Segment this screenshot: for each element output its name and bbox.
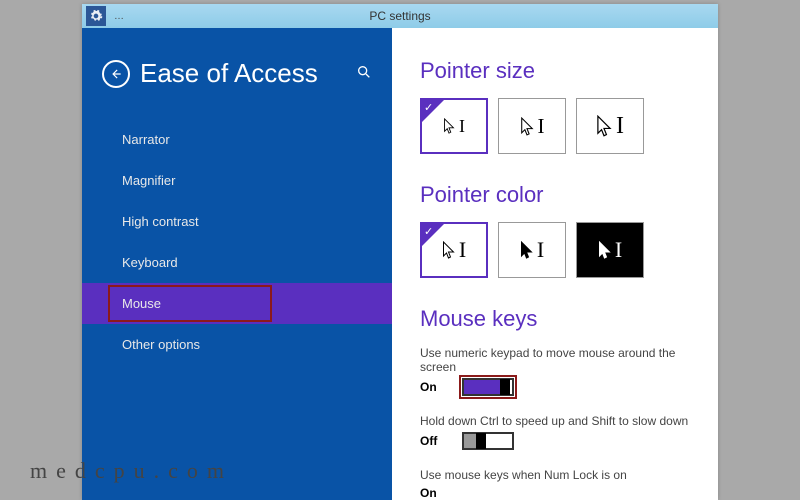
- cursor-ibeam-icon: I: [615, 239, 622, 261]
- window-title: PC settings: [369, 9, 430, 23]
- pointer-color-black[interactable]: I: [498, 222, 566, 278]
- cursor-arrow-icon: I: [596, 114, 624, 138]
- cursor-arrow-icon: I: [598, 239, 622, 261]
- pointer-size-medium[interactable]: I: [498, 98, 566, 154]
- sidebar-item-magnifier[interactable]: Magnifier: [82, 160, 392, 201]
- cursor-arrow-icon: I: [443, 117, 465, 135]
- titlebar: … PC settings: [82, 4, 718, 28]
- setting-state: On: [420, 486, 446, 500]
- pointer-size-large[interactable]: I: [576, 98, 644, 154]
- cursor-ibeam-icon: I: [459, 239, 466, 261]
- pointer-size-small[interactable]: ✓ I: [420, 98, 488, 154]
- main-panel: Pointer size ✓ I I: [392, 28, 718, 500]
- cursor-ibeam-icon: I: [616, 114, 624, 138]
- setting-state: On: [420, 380, 446, 394]
- setting-numeric-keypad: Use numeric keypad to move mouse around …: [420, 346, 690, 396]
- gear-icon: [86, 6, 106, 26]
- setting-label: Use mouse keys when Num Lock is on: [420, 468, 690, 482]
- pc-settings-window: … PC settings Ease of Access Narrator Ma…: [82, 4, 718, 500]
- search-icon[interactable]: [356, 64, 372, 83]
- back-button[interactable]: [102, 60, 130, 88]
- watermark: medcpu.com: [30, 458, 233, 484]
- mouse-keys-title: Mouse keys: [420, 306, 690, 332]
- cursor-arrow-icon: I: [520, 116, 545, 137]
- cursor-arrow-icon: I: [520, 239, 544, 261]
- setting-ctrl-shift: Hold down Ctrl to speed up and Shift to …: [420, 414, 690, 450]
- sidebar-item-keyboard[interactable]: Keyboard: [82, 242, 392, 283]
- toggle-numeric-keypad[interactable]: [462, 378, 514, 396]
- sidebar-item-high-contrast[interactable]: High contrast: [82, 201, 392, 242]
- setting-num-lock: Use mouse keys when Num Lock is on On: [420, 468, 690, 500]
- sidebar-header: Ease of Access: [82, 58, 392, 89]
- setting-state: Off: [420, 434, 446, 448]
- check-icon: ✓: [424, 101, 433, 114]
- pointer-color-title: Pointer color: [420, 182, 690, 208]
- setting-label: Hold down Ctrl to speed up and Shift to …: [420, 414, 690, 428]
- pointer-size-title: Pointer size: [420, 58, 690, 84]
- pointer-color-invert[interactable]: I: [576, 222, 644, 278]
- toggle-ctrl-shift[interactable]: [462, 432, 514, 450]
- content-area: Ease of Access Narrator Magnifier High c…: [82, 28, 718, 500]
- check-icon: ✓: [424, 225, 433, 238]
- page-title: Ease of Access: [140, 58, 318, 89]
- sidebar: Ease of Access Narrator Magnifier High c…: [82, 28, 392, 500]
- sidebar-item-narrator[interactable]: Narrator: [82, 119, 392, 160]
- cursor-ibeam-icon: I: [538, 116, 545, 137]
- sidebar-item-other-options[interactable]: Other options: [82, 324, 392, 365]
- cursor-arrow-icon: I: [442, 239, 466, 261]
- cursor-ibeam-icon: I: [459, 117, 465, 135]
- cursor-ibeam-icon: I: [537, 239, 544, 261]
- pointer-size-options: ✓ I I I: [420, 98, 690, 154]
- pointer-color-options: ✓ I I I: [420, 222, 690, 278]
- sidebar-item-mouse[interactable]: Mouse: [82, 283, 392, 324]
- menu-dots[interactable]: …: [114, 11, 125, 22]
- back-arrow-icon: [109, 67, 123, 81]
- setting-label: Use numeric keypad to move mouse around …: [420, 346, 690, 374]
- pointer-color-white[interactable]: ✓ I: [420, 222, 488, 278]
